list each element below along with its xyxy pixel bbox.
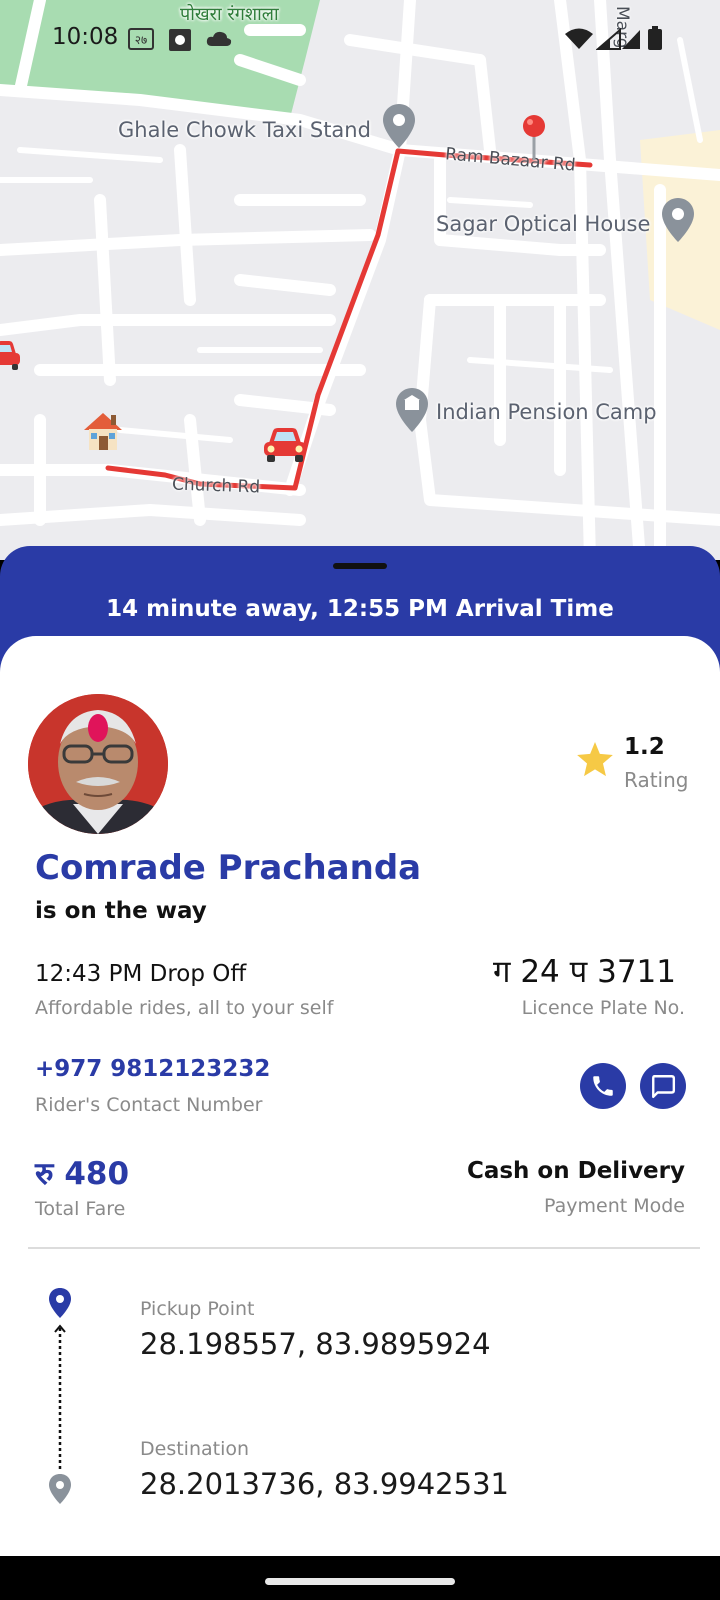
- pickup-label: Pickup Point: [140, 1298, 255, 1320]
- destination-label: Destination: [140, 1438, 250, 1460]
- road-label-church: Church Rd: [171, 474, 261, 498]
- licence-plate-label: Licence Plate No.: [521, 997, 685, 1019]
- avatar[interactable]: [28, 694, 168, 834]
- route-connector: [49, 1288, 71, 1504]
- payment-mode-label: Payment Mode: [544, 1195, 685, 1217]
- home-indicator[interactable]: [265, 1578, 455, 1585]
- status-time: 10:08: [52, 24, 119, 50]
- app-icon: [169, 29, 191, 51]
- payment-mode-value: Cash on Delivery: [466, 1158, 685, 1184]
- phone-icon: [593, 1076, 613, 1096]
- signal-icon: [622, 30, 640, 49]
- star-icon: [577, 742, 613, 777]
- map-view[interactable]: पोखरा रंगशाला Ghale Chowk Taxi Stand Sag…: [0, 0, 720, 560]
- location-pin-icon[interactable]: [662, 198, 694, 242]
- call-button[interactable]: [580, 1063, 626, 1109]
- cloud-icon: [206, 31, 232, 46]
- driver-name: Comrade Prachanda: [35, 848, 422, 888]
- svg-text:२७: २७: [135, 33, 147, 47]
- museum-pin-icon[interactable]: [396, 388, 428, 432]
- licence-plate-number: ग 24 प 3711: [493, 954, 676, 990]
- chat-icon: [652, 1075, 676, 1099]
- rating-value: 1.2: [624, 734, 665, 760]
- destination-pin-icon: [49, 1474, 71, 1504]
- battery-icon: [648, 26, 662, 50]
- destination-pin-icon[interactable]: [519, 114, 549, 162]
- dropoff-time: 12:43 PM Drop Off: [35, 961, 247, 987]
- place-label-optical: Sagar Optical House: [436, 212, 651, 236]
- eta-text: 14 minute away, 12:55 PM Arrival Time: [106, 596, 614, 622]
- car-icon: [0, 341, 20, 370]
- map-canvas: [0, 0, 720, 560]
- driver-status: is on the way: [35, 898, 207, 924]
- driver-photo: [28, 694, 168, 834]
- dropoff-subtitle: Affordable rides, all to your self: [35, 997, 334, 1019]
- place-label-pension: Indian Pension Camp: [436, 400, 657, 424]
- pickup-coordinates: 28.198557, 83.9895924: [140, 1327, 491, 1361]
- rating-label: Rating: [624, 768, 689, 792]
- place-label-taxi-stand: Ghale Chowk Taxi Stand: [118, 118, 371, 142]
- wifi-icon: [565, 28, 593, 49]
- drag-handle[interactable]: [333, 563, 387, 569]
- pickup-pin-icon: [49, 1288, 71, 1318]
- total-fare-value: रु 480: [35, 1156, 130, 1192]
- chat-button[interactable]: [640, 1063, 686, 1109]
- rider-contact-number[interactable]: +977 9812123232: [35, 1056, 270, 1082]
- notification-icon: २७: [128, 28, 154, 50]
- car-icon: [264, 428, 306, 462]
- location-pin-icon[interactable]: [383, 104, 415, 148]
- destination-coordinates: 28.2013736, 83.9942531: [140, 1467, 509, 1501]
- status-bar: 10:08 २७: [0, 0, 720, 80]
- home-icon: [84, 413, 122, 450]
- total-fare-label: Total Fare: [35, 1198, 126, 1220]
- rider-contact-label: Rider's Contact Number: [35, 1094, 263, 1116]
- divider: [28, 1247, 700, 1249]
